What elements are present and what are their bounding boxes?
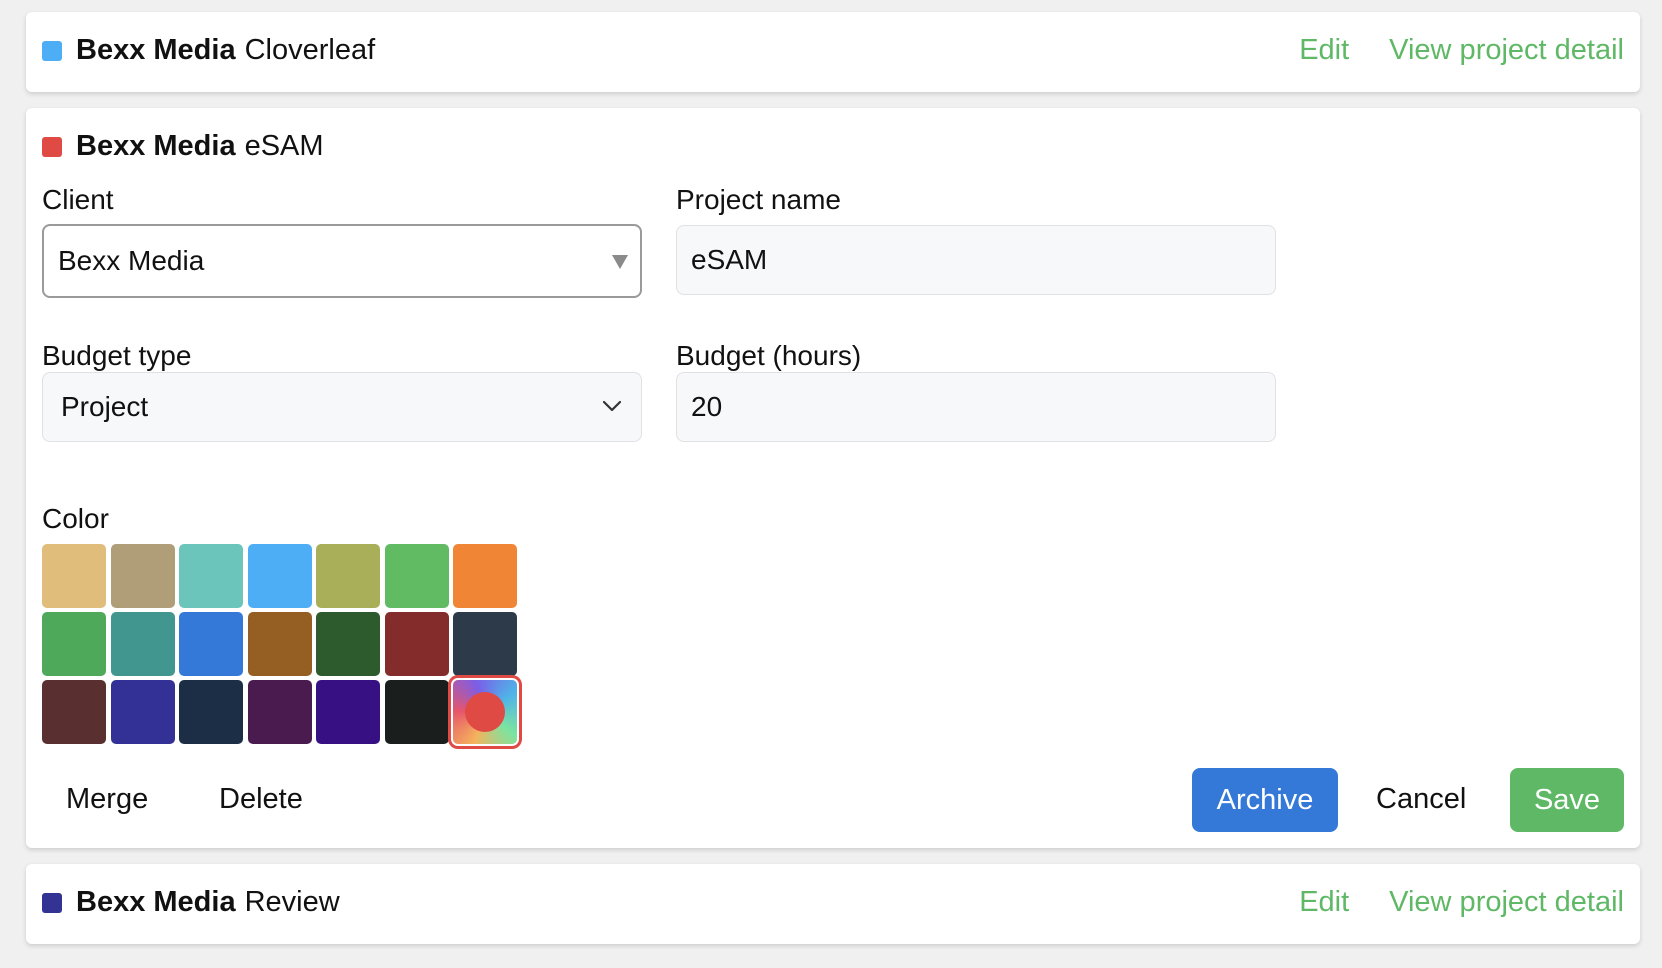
merge-button[interactable]: Merge	[66, 783, 148, 816]
save-button[interactable]: Save	[1510, 768, 1624, 832]
project-name: Cloverleaf	[244, 34, 376, 66]
color-label: Color	[42, 503, 109, 534]
color-swatch-option[interactable]	[316, 680, 380, 744]
color-swatch-option[interactable]	[179, 612, 243, 676]
color-swatch-option[interactable]	[384, 612, 449, 676]
chevron-down-icon	[602, 400, 622, 412]
color-swatch-option[interactable]	[110, 680, 175, 744]
project-name: eSAM	[244, 130, 324, 162]
project-client-name: Bexx Media	[76, 34, 236, 66]
project-client-name: Bexx Media	[76, 886, 236, 918]
color-swatch-option[interactable]	[247, 680, 312, 744]
project-color-swatch	[42, 40, 62, 61]
project-color-swatch	[42, 136, 62, 157]
client-label: Client	[42, 184, 114, 215]
budget-type-select-value: Project	[61, 391, 149, 422]
project-title: Bexx Media eSAM	[42, 130, 324, 163]
project-name-input-value: eSAM	[691, 244, 768, 275]
view-project-detail-link[interactable]: View project detail	[1389, 34, 1624, 67]
client-select-value: Bexx Media	[58, 245, 205, 276]
budget-type-label: Budget type	[42, 340, 192, 371]
project-row-review: Bexx Media Review Edit View project deta…	[26, 864, 1640, 944]
project-client-name: Bexx Media	[76, 130, 236, 162]
dropdown-triangle-icon	[612, 255, 628, 269]
color-swatch-option[interactable]	[316, 612, 380, 676]
project-color-swatch	[42, 892, 62, 913]
project-title: Bexx Media Review	[42, 886, 340, 919]
project-row-cloverleaf: Bexx Media Cloverleaf Edit View project …	[26, 12, 1640, 92]
color-swatch-option[interactable]	[42, 544, 106, 608]
client-select[interactable]: Bexx Media	[42, 224, 642, 298]
color-swatch-option[interactable]	[110, 612, 175, 676]
budget-hours-input[interactable]: 20	[676, 372, 1276, 442]
color-swatch-option[interactable]	[384, 544, 449, 608]
project-name-input[interactable]: eSAM	[676, 225, 1276, 295]
color-swatch-option[interactable]	[384, 680, 449, 744]
color-swatch-option[interactable]	[453, 612, 517, 676]
edit-link[interactable]: Edit	[1299, 886, 1349, 919]
project-edit-card: Bexx Media eSAM Client Bexx Media Projec…	[26, 108, 1640, 848]
view-project-detail-link[interactable]: View project detail	[1389, 886, 1624, 919]
color-swatch-option[interactable]	[247, 544, 312, 608]
budget-hours-label: Budget (hours)	[676, 340, 862, 371]
project-name-label: Project name	[676, 184, 841, 215]
selected-color-dot	[465, 692, 505, 732]
cancel-button[interactable]: Cancel	[1376, 783, 1466, 816]
color-swatch-option[interactable]	[110, 544, 175, 608]
budget-type-select[interactable]: Project	[42, 372, 642, 442]
budget-hours-input-value: 20	[691, 391, 723, 422]
project-title: Bexx Media Cloverleaf	[42, 34, 375, 67]
color-swatch-option[interactable]	[179, 680, 243, 744]
color-swatch-option[interactable]	[247, 612, 312, 676]
color-swatch-option[interactable]	[42, 680, 106, 744]
delete-button[interactable]: Delete	[219, 783, 303, 816]
color-swatch-option[interactable]	[42, 612, 106, 676]
color-swatch-option[interactable]	[316, 544, 380, 608]
color-swatch-option[interactable]	[453, 544, 517, 608]
edit-link[interactable]: Edit	[1299, 34, 1349, 67]
archive-button[interactable]: Archive	[1192, 768, 1338, 832]
project-name: Review	[244, 886, 340, 918]
custom-color-picker[interactable]	[453, 680, 517, 744]
color-swatch-option[interactable]	[179, 544, 243, 608]
